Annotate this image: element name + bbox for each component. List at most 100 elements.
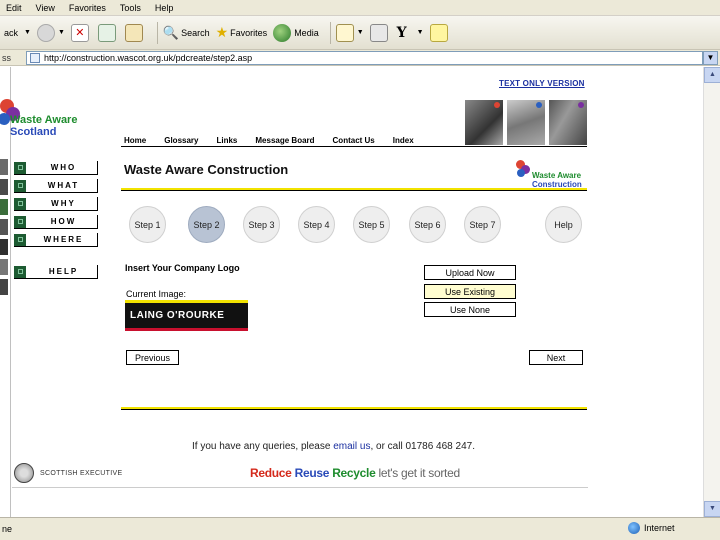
- back-button[interactable]: ack ▼: [4, 20, 31, 46]
- menu-bar: Edit View Favorites Tools Help: [0, 0, 720, 16]
- square-marker-icon: [14, 179, 26, 192]
- yahoo-button[interactable]: Y ▼: [397, 20, 424, 46]
- purple-dot-icon: [578, 102, 584, 108]
- side-nav-label: WHY: [51, 199, 76, 208]
- header-photo: [507, 100, 545, 145]
- vertical-scrollbar[interactable]: ▲ ▼: [703, 67, 720, 517]
- help-step-button[interactable]: Help: [545, 206, 582, 243]
- note-icon: [429, 23, 448, 42]
- page-title: Waste Aware Construction: [124, 162, 289, 177]
- nav-index[interactable]: Index: [393, 136, 414, 145]
- logo-line-2: Scotland: [10, 126, 57, 138]
- chevron-down-icon[interactable]: ▼: [58, 29, 65, 36]
- slogan: Reduce Reuse Recycle let's get it sorted: [250, 466, 460, 480]
- side-nav-who[interactable]: WHO: [14, 161, 98, 175]
- email-us-link[interactable]: email us: [333, 441, 370, 452]
- crest-icon: [14, 463, 34, 483]
- side-nav-label: WHO: [50, 163, 77, 172]
- side-nav-help[interactable]: HELP: [14, 265, 98, 279]
- side-nav-why[interactable]: WHY: [14, 197, 98, 211]
- step-7-button[interactable]: Step 7: [464, 206, 501, 243]
- status-bar: ne Internet: [0, 517, 720, 540]
- menu-edit[interactable]: Edit: [6, 3, 22, 13]
- previous-button[interactable]: Previous: [126, 350, 179, 365]
- text-only-link[interactable]: TEXT ONLY VERSION: [499, 79, 585, 88]
- side-nav-how[interactable]: HOW: [14, 215, 98, 229]
- upload-now-button[interactable]: Upload Now: [424, 265, 516, 280]
- step-3-button[interactable]: Step 3: [243, 206, 280, 243]
- scroll-down-icon[interactable]: ▼: [704, 501, 720, 517]
- home-icon: [124, 23, 143, 42]
- side-nav-label: HOW: [50, 217, 77, 226]
- scroll-up-icon[interactable]: ▲: [704, 67, 720, 83]
- side-nav-label: WHAT: [47, 181, 80, 190]
- square-marker-icon: [14, 233, 26, 246]
- use-existing-button[interactable]: Use Existing: [424, 284, 516, 299]
- browser-toolbar: ack ▼ ▼ ✕ 🔍 Search ★ Favorites Media ▼ Y…: [0, 16, 720, 50]
- url-text: http://construction.wascot.org.uk/pdcrea…: [44, 53, 253, 63]
- chevron-down-icon[interactable]: ▼: [357, 29, 364, 36]
- print-button[interactable]: [369, 20, 391, 46]
- side-nav-where[interactable]: WHERE: [14, 233, 98, 247]
- search-label: Search: [181, 27, 210, 38]
- page-icon: [30, 53, 40, 63]
- slogan-reuse: Reuse: [294, 466, 330, 480]
- photo-thumbnail: [0, 279, 8, 295]
- search-button[interactable]: 🔍 Search: [163, 20, 210, 46]
- home-button[interactable]: [124, 20, 146, 46]
- favorites-button[interactable]: ★ Favorites: [216, 20, 268, 46]
- nav-links[interactable]: Links: [216, 136, 237, 145]
- slogan-recycle: Recycle: [332, 466, 376, 480]
- chevron-down-icon[interactable]: ▼: [24, 29, 31, 36]
- step-4-button[interactable]: Step 4: [298, 206, 335, 243]
- toolbar-separator: [156, 21, 158, 44]
- nav-glossary[interactable]: Glossary: [164, 136, 198, 145]
- notes-button[interactable]: [429, 20, 451, 46]
- contact-text-pre: If you have any queries, please: [192, 441, 334, 452]
- waste-aware-construction-logo: Waste Aware Construction: [516, 157, 588, 189]
- print-icon: [369, 23, 388, 42]
- photo-thumbnail: [0, 239, 8, 255]
- contact-text-post: , or call 01786 468 247.: [370, 441, 475, 452]
- refresh-icon: [97, 23, 116, 42]
- step-1-button[interactable]: Step 1: [129, 206, 166, 243]
- forward-arrow-icon: [36, 23, 55, 42]
- side-nav-what[interactable]: WHAT: [14, 179, 98, 193]
- slogan-reduce: Reduce: [250, 466, 292, 480]
- step-2-button[interactable]: Step 2: [188, 206, 225, 243]
- address-dropdown-button[interactable]: ▼: [703, 51, 718, 65]
- nav-home[interactable]: Home: [124, 136, 146, 145]
- menu-favorites[interactable]: Favorites: [69, 3, 106, 13]
- address-bar: ss http://construction.wascot.org.uk/pdc…: [0, 50, 720, 66]
- logo-heading: Insert Your Company Logo: [125, 263, 240, 273]
- menu-view[interactable]: View: [36, 3, 55, 13]
- mail-button[interactable]: ▼: [335, 20, 364, 46]
- url-input[interactable]: http://construction.wascot.org.uk/pdcrea…: [26, 51, 703, 65]
- nav-contact-us[interactable]: Contact Us: [333, 136, 375, 145]
- stop-button[interactable]: ✕: [70, 20, 92, 46]
- red-dot-icon: [494, 102, 500, 108]
- step-6-button[interactable]: Step 6: [409, 206, 446, 243]
- status-text: ne: [2, 524, 13, 534]
- chevron-down-icon[interactable]: ▼: [417, 29, 424, 36]
- forward-button[interactable]: ▼: [36, 20, 65, 46]
- header-photo: [549, 100, 587, 145]
- refresh-button[interactable]: [97, 20, 119, 46]
- next-button[interactable]: Next: [529, 350, 583, 365]
- small-logo-line-1: Waste Aware: [532, 171, 582, 180]
- menu-tools[interactable]: Tools: [120, 3, 141, 13]
- top-navigation: Home Glossary Links Message Board Contac…: [124, 136, 432, 145]
- slogan-sorted: let's get it sorted: [378, 466, 461, 480]
- header-photos: [465, 100, 587, 145]
- zone-label: Internet: [644, 523, 675, 533]
- company-logo-image: LAING O'ROURKE: [125, 300, 248, 331]
- menu-help[interactable]: Help: [155, 3, 174, 13]
- step-5-button[interactable]: Step 5: [353, 206, 390, 243]
- media-button[interactable]: Media: [273, 20, 319, 46]
- square-marker-icon: [14, 161, 26, 174]
- waste-aware-scotland-logo[interactable]: Waste Aware Scotland: [0, 95, 90, 139]
- logo-line-1: Waste Aware: [10, 114, 78, 126]
- use-none-button[interactable]: Use None: [424, 302, 516, 317]
- media-label: Media: [294, 27, 319, 38]
- nav-message-board[interactable]: Message Board: [255, 136, 314, 145]
